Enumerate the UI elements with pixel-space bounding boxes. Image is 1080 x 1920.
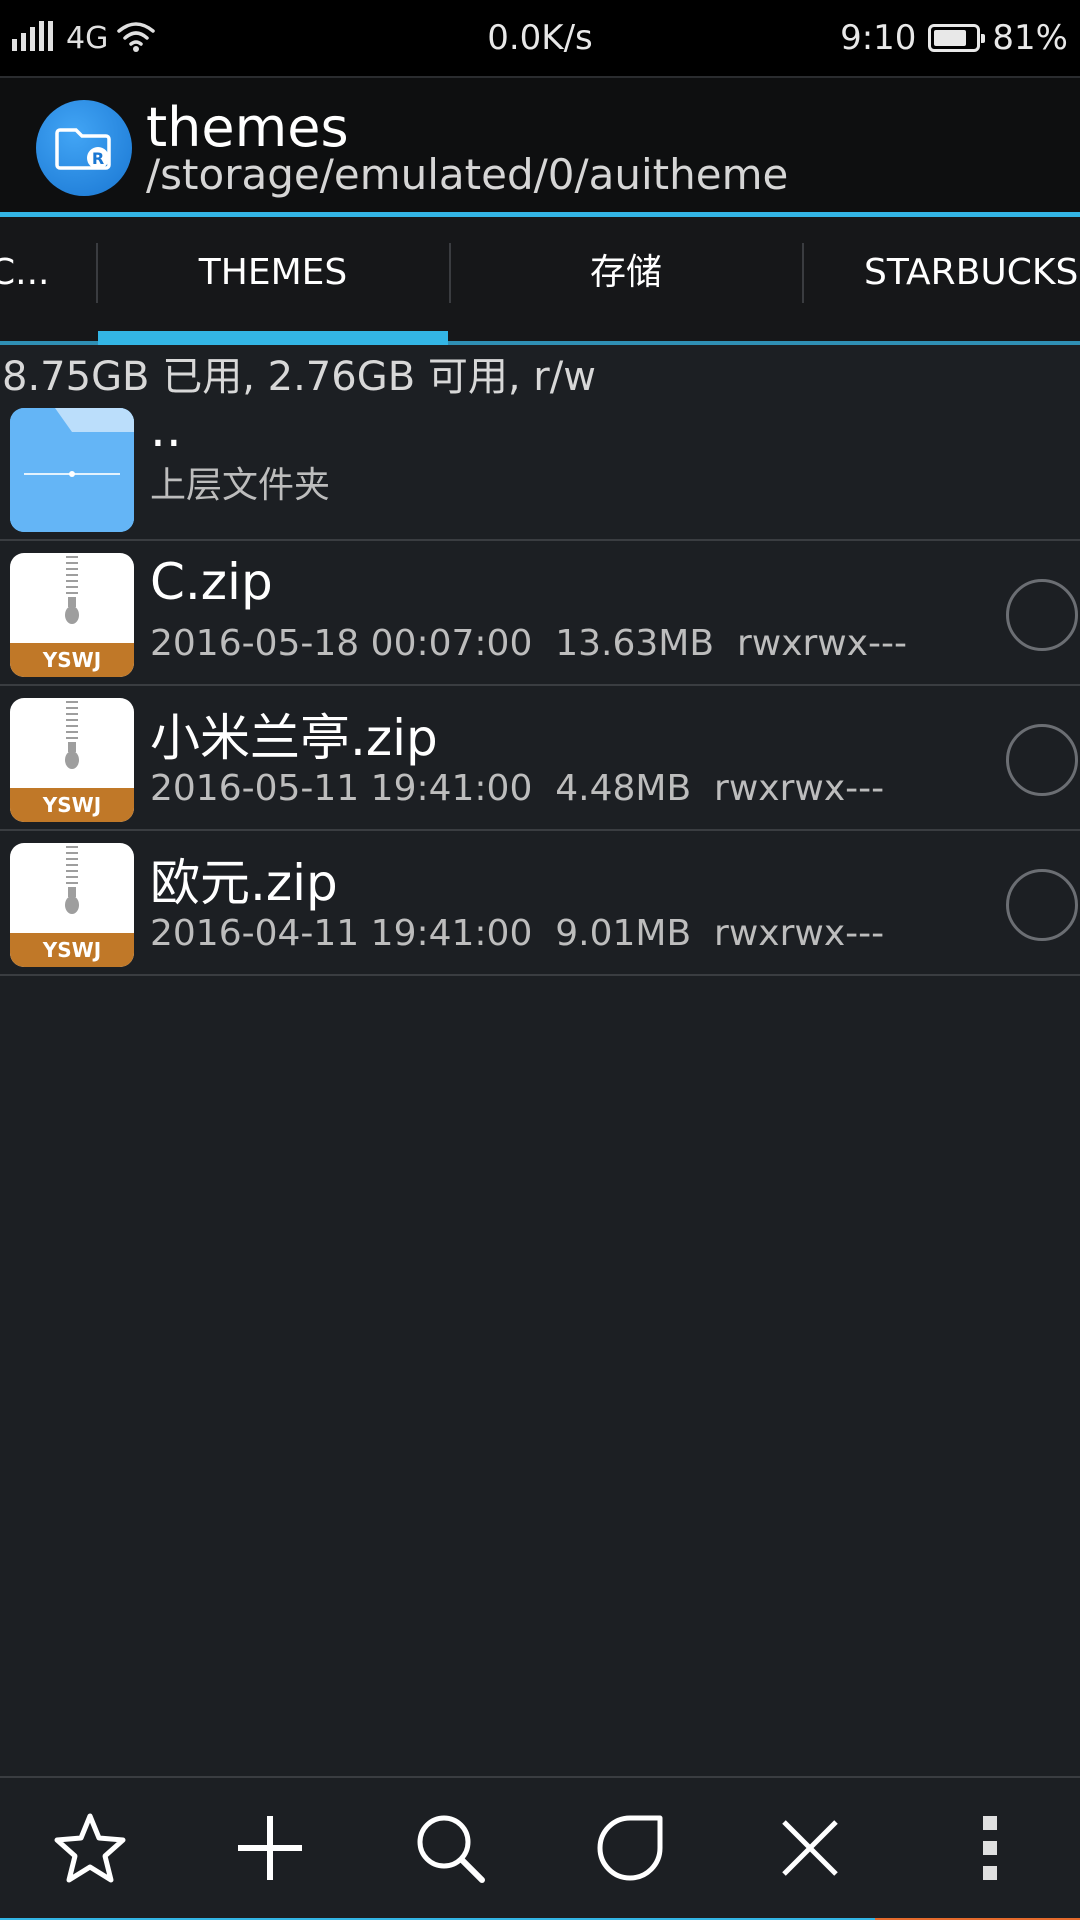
file-badge: YSWJ — [10, 788, 134, 822]
bottom-toolbar — [0, 1776, 1080, 1920]
tab-label: STARBUCKS — [864, 252, 1079, 293]
file-date: 2016-04-11 19:41:00 — [150, 913, 533, 954]
current-path: /storage/emulated/0/auitheme — [146, 150, 789, 199]
list-item-file[interactable]: YSWJ C.zip 2016-05-18 00:07:00 13.63MB r… — [0, 541, 1080, 686]
file-name: C.zip — [150, 553, 273, 611]
tab-themes[interactable]: THEMES — [98, 217, 448, 345]
file-details: 2016-05-11 19:41:00 4.48MB rwxrwx--- — [150, 768, 884, 809]
file-details: 2016-04-11 19:41:00 9.01MB rwxrwx--- — [150, 913, 884, 954]
tab-starbucks[interactable]: STARBUCKS — [804, 217, 1080, 345]
list-item-file[interactable]: YSWJ 欧元.zip 2016-04-11 19:41:00 9.01MB r… — [0, 831, 1080, 976]
select-checkbox[interactable] — [1006, 724, 1078, 796]
tab-bar: C... THEMES 存储 STARBUCKS — [0, 217, 1080, 345]
tab-label: 存储 — [589, 252, 662, 293]
file-size: 13.63MB — [555, 623, 715, 664]
tab-storage[interactable]: 存储 — [451, 217, 801, 345]
app-root: 4G 0.0K/s 9:10 81% R themes /storage/emu… — [0, 0, 1080, 1920]
select-icon[interactable] — [590, 1808, 670, 1888]
storage-info: 8.75GB 已用, 2.76GB 可用, r/w — [2, 354, 596, 400]
star-icon[interactable] — [50, 1808, 130, 1888]
file-size: 9.01MB — [555, 913, 692, 954]
more-icon[interactable] — [950, 1808, 1030, 1888]
zip-file-icon: YSWJ — [10, 843, 134, 967]
folder-app-icon[interactable]: R — [36, 100, 132, 196]
file-details: 2016-05-18 00:07:00 13.63MB rwxrwx--- — [150, 623, 907, 664]
file-date: 2016-05-18 00:07:00 — [150, 623, 533, 664]
search-icon[interactable] — [410, 1808, 490, 1888]
file-subtitle: 上层文件夹 — [150, 465, 331, 506]
file-permissions: rwxrwx--- — [714, 913, 885, 954]
list-item-parent-folder[interactable]: .. 上层文件夹 — [0, 396, 1080, 541]
status-bar: 4G 0.0K/s 9:10 81% — [0, 0, 1080, 76]
file-badge: YSWJ — [10, 933, 134, 967]
active-tab-indicator — [98, 331, 448, 345]
zip-file-icon: YSWJ — [10, 698, 134, 822]
app-header: R themes /storage/emulated/0/auitheme — [0, 76, 1080, 218]
folder-icon — [10, 408, 134, 532]
add-icon[interactable] — [230, 1808, 310, 1888]
file-name: .. — [150, 400, 182, 458]
battery-percent: 81% — [992, 18, 1068, 58]
status-right: 9:10 81% — [840, 14, 1068, 62]
file-name: 欧元.zip — [150, 854, 338, 912]
select-checkbox[interactable] — [1006, 579, 1078, 651]
tab-label: C... — [0, 252, 50, 293]
select-checkbox[interactable] — [1006, 869, 1078, 941]
close-icon[interactable] — [770, 1808, 850, 1888]
tab-c[interactable]: C... — [0, 217, 95, 345]
file-permissions: rwxrwx--- — [714, 768, 885, 809]
tab-label: THEMES — [198, 252, 348, 293]
file-permissions: rwxrwx--- — [736, 623, 908, 664]
battery-icon — [928, 24, 986, 52]
list-item-file[interactable]: YSWJ 小米兰亭.zip 2016-05-11 19:41:00 4.48MB… — [0, 686, 1080, 831]
file-date: 2016-05-11 19:41:00 — [150, 768, 533, 809]
file-name: 小米兰亭.zip — [150, 709, 438, 767]
zip-file-icon: YSWJ — [10, 553, 134, 677]
file-badge: YSWJ — [10, 643, 134, 677]
file-size: 4.48MB — [555, 768, 692, 809]
battery-fill — [934, 30, 967, 46]
svg-text:R: R — [92, 149, 104, 168]
clock: 9:10 — [840, 18, 917, 58]
